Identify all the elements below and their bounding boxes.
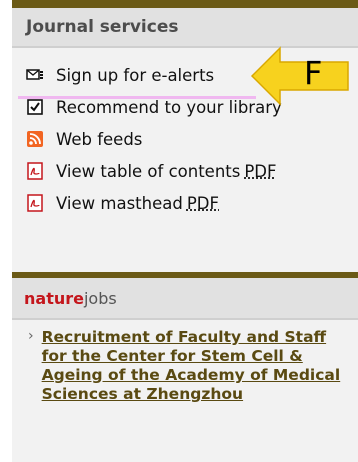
web-feeds-link[interactable]: Web feeds <box>56 130 142 149</box>
email-alert-icon <box>26 66 44 84</box>
panel-title: Journal services <box>26 17 179 37</box>
naturejobs-header[interactable]: nature jobs <box>12 278 358 320</box>
pdf-icon <box>26 194 44 212</box>
annotation-letter: F <box>304 54 323 92</box>
masthead-link[interactable]: View masthead <box>56 194 183 213</box>
job-title-link[interactable]: Recruitment of Faculty and Staff for the… <box>42 328 348 404</box>
toc-pdf-link[interactable]: PDF <box>244 162 276 181</box>
chevron-right-icon: › <box>28 328 34 344</box>
e-alerts-link[interactable]: Sign up for e-alerts <box>56 66 214 85</box>
checkbox-icon <box>26 98 44 116</box>
job-listing[interactable]: › Recruitment of Faculty and Staff for t… <box>28 328 348 404</box>
journal-services-header: Journal services <box>12 8 358 48</box>
rss-icon <box>26 130 44 148</box>
annotation-arrow-icon <box>250 46 349 106</box>
top-accent-bar <box>12 0 358 8</box>
highlight-underline <box>18 96 256 99</box>
brand-jobs: jobs <box>83 288 117 308</box>
brand-nature: nature <box>24 288 84 308</box>
service-item-toc-pdf[interactable]: View table of contents PDF <box>26 158 277 184</box>
masthead-pdf-link[interactable]: PDF <box>187 194 219 213</box>
service-item-web-feeds[interactable]: Web feeds <box>26 126 142 152</box>
recommend-link[interactable]: Recommend to your library <box>56 98 282 117</box>
service-item-e-alerts[interactable]: Sign up for e-alerts <box>26 62 214 88</box>
pdf-icon <box>26 162 44 180</box>
service-item-masthead-pdf[interactable]: View masthead PDF <box>26 190 219 216</box>
naturejobs-panel: nature jobs › Recruitment of Faculty and … <box>12 278 358 462</box>
toc-link[interactable]: View table of contents <box>56 162 240 181</box>
